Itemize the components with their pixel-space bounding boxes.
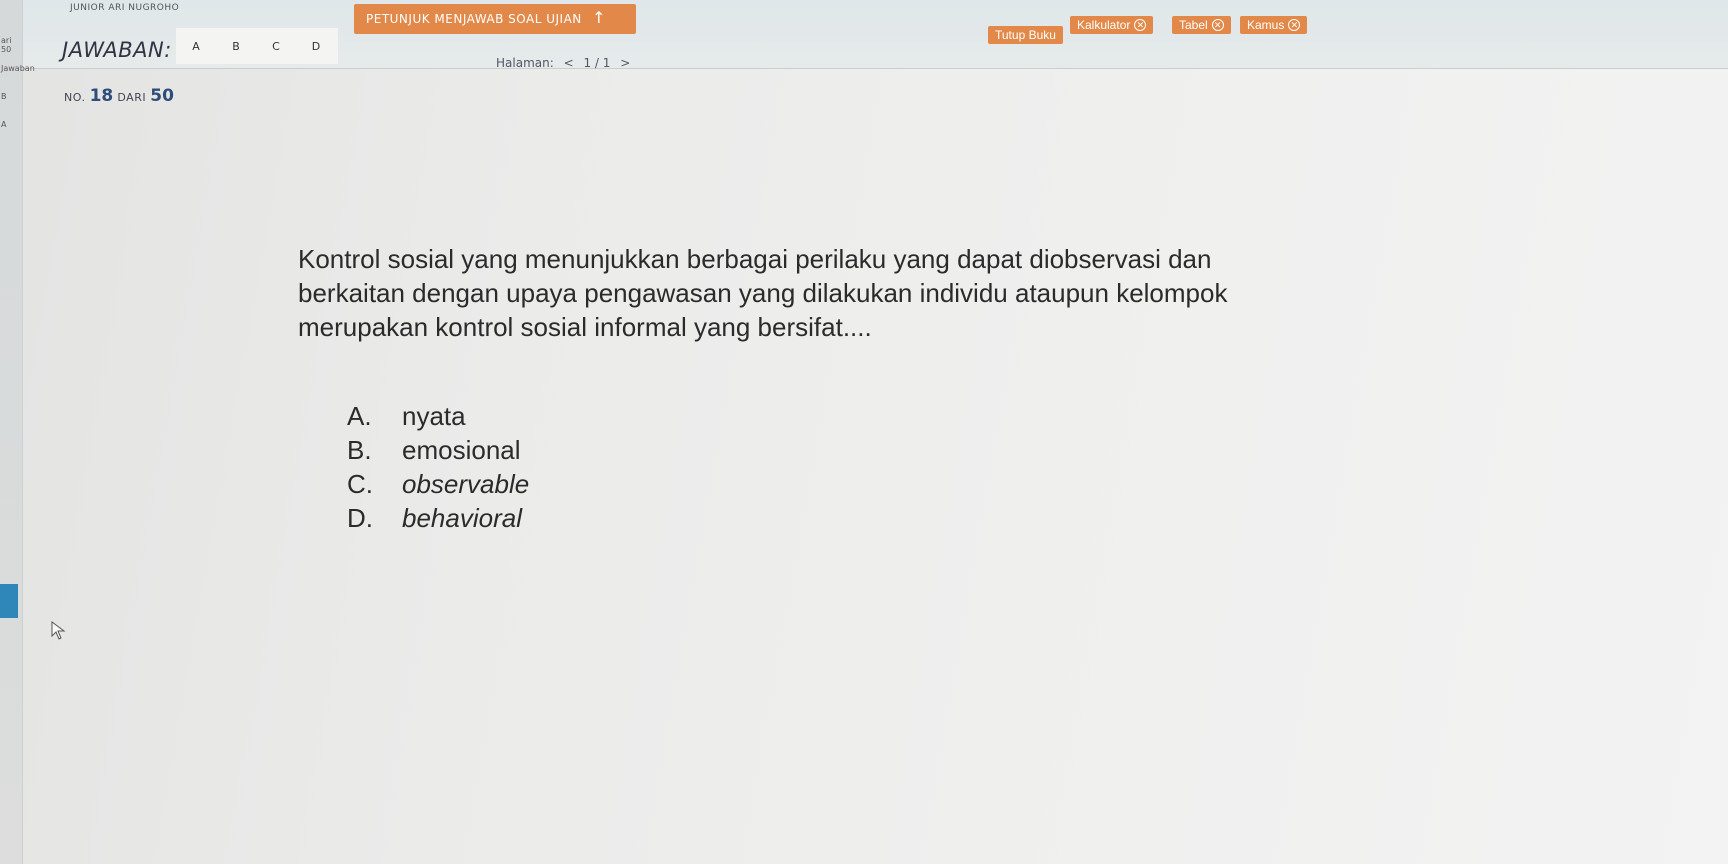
option-b[interactable]: B. emosional (347, 433, 529, 467)
page-next-button[interactable]: > (620, 56, 630, 70)
question-line-2: berkaitan dengan upaya pengawasan yang d… (298, 278, 1228, 308)
dictionary-close-icon[interactable]: ✕ (1288, 19, 1301, 31)
option-d[interactable]: D. behavioral (347, 501, 529, 535)
question-of-label: DARI (117, 91, 147, 104)
instructions-label: PETUNJUK MENJAWAB SOAL UJIAN (366, 12, 582, 26)
question-current: 18 (89, 86, 114, 106)
sidebar-label-answer: Jawaban (1, 64, 35, 73)
answer-option-b[interactable]: B (216, 40, 256, 53)
option-a[interactable]: A. nyata (347, 399, 529, 433)
option-a-text: nyata (402, 401, 466, 431)
option-c[interactable]: C. observable (347, 467, 529, 501)
option-c-letter: C. (347, 469, 373, 499)
top-bar-divider (0, 68, 1728, 69)
calculator-close-icon[interactable]: ✕ (1134, 19, 1147, 31)
close-book-button[interactable]: Tutup Buku (988, 26, 1063, 44)
option-b-letter: B. (347, 435, 372, 465)
table-close-icon[interactable]: ✕ (1211, 19, 1224, 31)
question-line-1: Kontrol sosial yang menunjukkan berbagai… (298, 244, 1212, 274)
table-label: Tabel (1179, 18, 1208, 32)
answer-label: JAWABAN: (62, 38, 172, 62)
page-indicator: 1 / 1 (583, 56, 611, 70)
table-button[interactable]: Tabel ✕ (1172, 16, 1231, 34)
user-name: JUNIOR ARI NUGROHO (70, 3, 180, 13)
option-b-text: emosional (402, 435, 521, 465)
sidebar-current-marker[interactable] (0, 584, 18, 618)
question-no-label: NO. (64, 91, 86, 104)
question-number: NO. 18 DARI 50 (64, 86, 174, 106)
option-c-text: observable (402, 469, 530, 499)
calculator-label: Kalkulator (1077, 18, 1131, 32)
answer-options-list: A. nyata B. emosional C. observable D. b… (347, 399, 529, 535)
question-text: Kontrol sosial yang menunjukkan berbagai… (298, 242, 1538, 344)
option-d-letter: D. (347, 503, 373, 533)
calculator-button[interactable]: Kalkulator ✕ (1070, 16, 1154, 34)
question-line-3: merupakan kontrol sosial informal yang b… (298, 312, 872, 342)
mouse-cursor-icon (51, 621, 66, 640)
answer-option-d[interactable]: D (296, 40, 336, 53)
page-navigation: Halaman: < 1 / 1 > (496, 56, 636, 70)
pointer-arrow-icon: ↑ (592, 8, 606, 27)
close-book-label: Tutup Buku (995, 28, 1056, 42)
question-total: 50 (150, 86, 174, 106)
page-prev-button[interactable]: < (564, 56, 574, 70)
sidebar-label-a: A (1, 120, 7, 129)
sidebar-label-total: ari 50 (1, 36, 12, 54)
answer-selector: A B C D (176, 28, 338, 64)
page-label: Halaman: (496, 56, 554, 70)
option-a-letter: A. (347, 401, 372, 431)
dictionary-button[interactable]: Kamus ✕ (1240, 16, 1308, 34)
answer-option-c[interactable]: C (256, 40, 296, 53)
dictionary-label: Kamus (1247, 18, 1285, 32)
sidebar-label-b: B (1, 92, 7, 101)
question-sidebar: ari 50 Jawaban B A (0, 0, 35, 864)
instructions-button[interactable]: PETUNJUK MENJAWAB SOAL UJIAN ↑ (354, 4, 636, 34)
answer-option-a[interactable]: A (176, 40, 216, 53)
option-d-text: behavioral (402, 503, 522, 533)
